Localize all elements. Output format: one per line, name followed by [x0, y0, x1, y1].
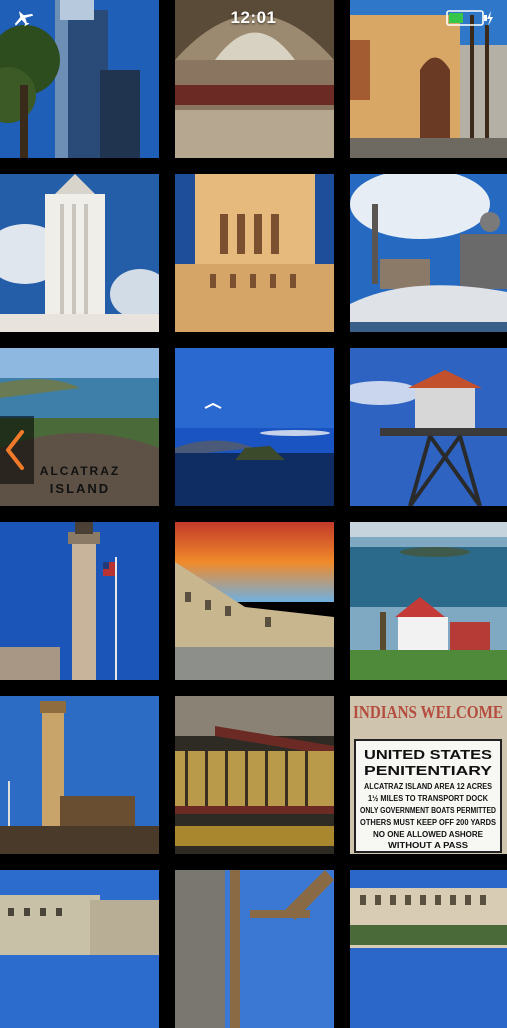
sign-line-4: 1½ MILES TO TRANSPORT DOCK [368, 794, 488, 803]
photo-mission-arch-building[interactable] [350, 0, 507, 158]
chevron-left-icon [6, 430, 24, 470]
sign-line-1: UNITED STATES [364, 747, 492, 762]
photo-city-hall-tower[interactable] [0, 174, 159, 332]
sign-line-3: ALCATRAZ ISLAND AREA 12 ACRES [364, 782, 493, 791]
photo-city-hall-closeup[interactable] [175, 174, 334, 332]
photo-penitentiary-sign[interactable]: INDIANS WELCOME UNITED STATES PENITENTIA… [350, 696, 507, 854]
sign-banner: INDIANS WELCOME [353, 702, 503, 722]
photo-prison-yard-sunset[interactable] [175, 522, 334, 680]
marker-caption-line-2: ISLAND [50, 481, 110, 496]
photo-train-station-hall[interactable] [175, 0, 334, 158]
photo-cellblock-interior[interactable] [175, 696, 334, 854]
photo-alcatraz-smokestack[interactable] [350, 174, 507, 332]
photo-lighthouse-buildings[interactable] [0, 696, 159, 854]
sign-line-5: ONLY GOVERNMENT BOATS PERMITTED [360, 806, 496, 815]
photo-island-house[interactable] [350, 522, 507, 680]
photo-guard-tower[interactable] [350, 348, 507, 506]
marker-caption-line-1: ALCATRAZ [40, 464, 120, 478]
photo-ruined-wall[interactable] [175, 870, 334, 1028]
sign-line-8: WITHOUT A PASS [388, 841, 469, 850]
sign-line-7: NO ONE ALLOWED ASHORE [373, 830, 484, 839]
photo-alcatraz-bay-view[interactable] [175, 348, 334, 506]
sign-line-2: PENITENTIARY [364, 763, 492, 778]
photo-barracks-building[interactable] [0, 870, 159, 1028]
back-button[interactable] [0, 416, 34, 484]
photo-downtown-towers[interactable] [0, 0, 159, 158]
photo-grid: ALCATRAZ ISLAND INDIANS WELCOME UNITED S… [0, 0, 507, 1028]
sign-line-6: OTHERS MUST KEEP OFF 200 YARDS [360, 818, 497, 827]
photo-cellhouse-exterior[interactable] [350, 870, 507, 1028]
photo-lighthouse-flag[interactable] [0, 522, 159, 680]
